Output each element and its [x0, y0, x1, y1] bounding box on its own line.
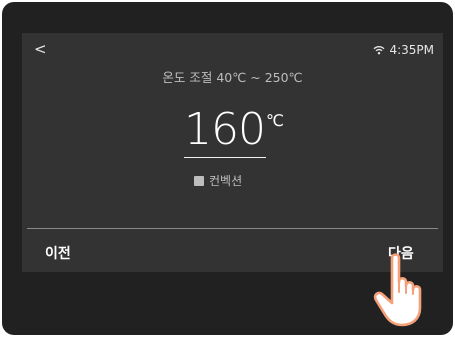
divider	[27, 228, 438, 229]
back-button[interactable]: <	[34, 41, 47, 57]
temperature-range-label: 온도 조절 40℃ ~ 250℃	[162, 70, 303, 85]
wifi-icon	[373, 45, 385, 55]
previous-button[interactable]: 이전	[45, 243, 71, 263]
convection-icon	[194, 175, 204, 186]
display-screen: < 4:35PM 온도 조절 40℃ ~ 250℃ 160 ℃ 컨벡션 이전 다…	[22, 33, 443, 272]
temperature-unit: ℃	[266, 111, 284, 130]
status-time: 4:35PM	[389, 43, 434, 57]
temperature-value: 160	[184, 104, 266, 155]
temperature-display[interactable]: 160 ℃	[184, 104, 284, 158]
cooking-mode-label: 컨벡션	[209, 174, 243, 188]
pointing-hand-icon	[373, 253, 422, 327]
status-bar: 4:35PM	[373, 43, 434, 57]
chevron-left-icon: <	[34, 40, 47, 58]
cooking-mode: 컨벡션	[194, 172, 242, 189]
